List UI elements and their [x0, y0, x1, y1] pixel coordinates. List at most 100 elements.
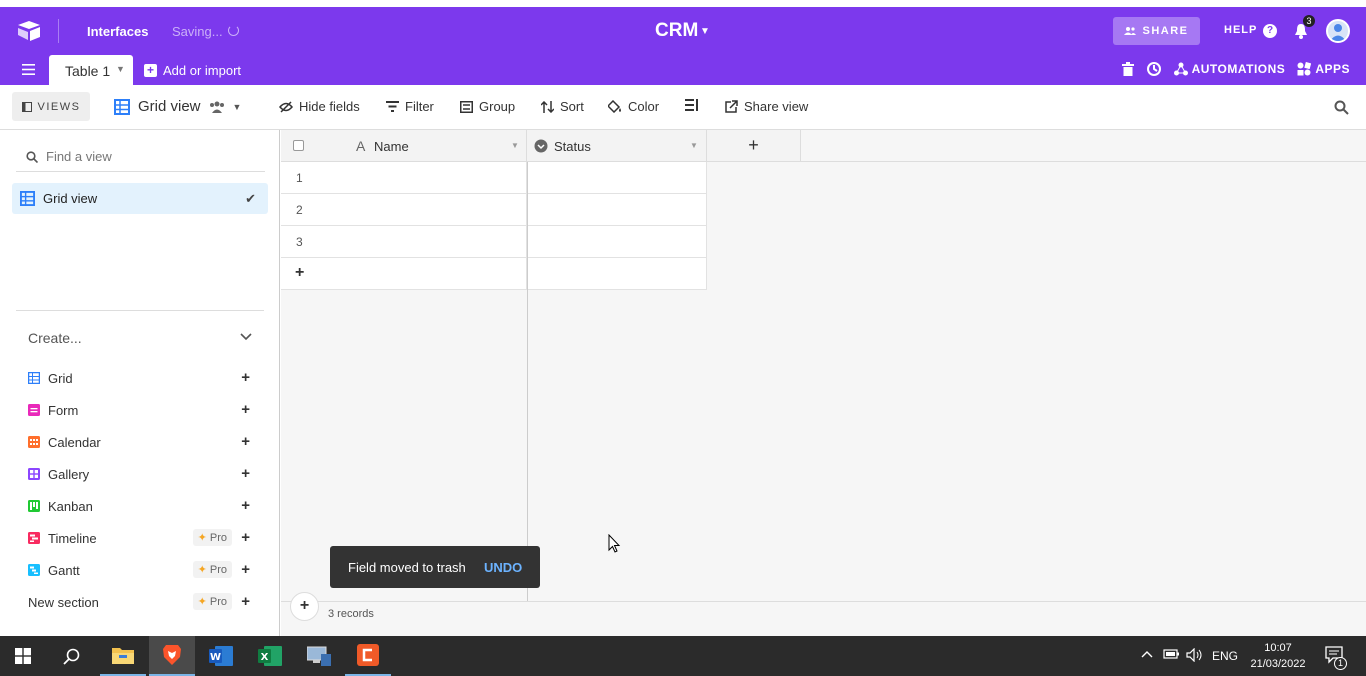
create-item-label: Timeline — [48, 530, 97, 546]
text-field-icon: A — [356, 138, 366, 154]
plus-icon[interactable]: + — [241, 465, 250, 482]
pro-label: Pro — [209, 531, 227, 544]
table-row[interactable]: 2 — [281, 194, 527, 226]
header-right-tools: AUTOMATIONS APPS — [1121, 61, 1350, 77]
create-grid[interactable]: Grid + — [28, 368, 256, 388]
help-icon[interactable]: ? — [1263, 24, 1277, 38]
color-button[interactable]: Color — [608, 99, 659, 114]
plus-icon[interactable]: + — [241, 529, 250, 546]
column-header-status[interactable]: Status ▼ — [527, 130, 707, 162]
filter-label: Filter — [405, 99, 434, 114]
filter-button[interactable]: Filter — [386, 99, 434, 114]
toast-message: Field moved to trash — [348, 559, 466, 575]
battery-icon[interactable] — [1162, 648, 1180, 663]
header-top-row: Interfaces Saving... CRM ▼ SHARE HELP ? … — [0, 7, 1366, 55]
tab-table-1[interactable]: Table 1 ▼ — [49, 55, 133, 85]
apps-button[interactable]: APPS — [1297, 62, 1350, 76]
add-row-cell[interactable] — [527, 258, 707, 290]
taskbar-excel[interactable]: X — [247, 636, 293, 676]
automations-icon — [1173, 62, 1188, 76]
plus-icon[interactable]: + — [241, 433, 250, 450]
sidebar-item-grid-view[interactable]: Grid view ✔ — [12, 183, 268, 214]
interfaces-link[interactable]: Interfaces — [87, 24, 148, 39]
status-cell[interactable] — [527, 162, 707, 194]
help-button[interactable]: HELP — [1224, 24, 1257, 36]
caret-down-icon[interactable]: ▼ — [700, 26, 710, 37]
hide-fields-button[interactable]: Hide fields — [279, 99, 360, 114]
menu-icon[interactable] — [22, 64, 35, 75]
notification-badge: 3 — [1303, 15, 1315, 27]
caret-down-icon[interactable]: ▼ — [690, 141, 698, 150]
caret-down-icon[interactable]: ▼ — [116, 64, 125, 74]
create-calendar[interactable]: Calendar + — [28, 432, 256, 452]
plus-icon[interactable]: + — [241, 593, 250, 610]
clock-time: 10:07 — [1264, 642, 1292, 654]
column-header-name[interactable]: A Name ▼ — [281, 130, 527, 162]
taskbar-search-button[interactable] — [48, 636, 94, 676]
add-field-button[interactable]: + — [707, 130, 801, 162]
grid-footer — [281, 601, 1366, 636]
sort-button[interactable]: Sort — [541, 99, 584, 114]
add-or-import-button[interactable]: + Add or import — [144, 63, 241, 78]
create-new-section[interactable]: New section ✦ Pro + — [28, 592, 256, 612]
taskbar-app-c[interactable] — [345, 636, 391, 676]
base-name[interactable]: CRM — [655, 20, 698, 42]
plus-icon[interactable]: + — [241, 369, 250, 386]
find-view-input[interactable]: Find a view — [16, 142, 265, 172]
history-icon[interactable] — [1146, 61, 1162, 77]
plus-icon[interactable]: + — [241, 497, 250, 514]
start-button[interactable] — [0, 636, 46, 676]
caret-down-icon[interactable]: ▼ — [233, 102, 242, 112]
create-gantt[interactable]: Gantt ✦ Pro + — [28, 560, 256, 580]
views-sidebar: Find a view Grid view ✔ Create... Grid +… — [0, 130, 280, 636]
chevron-down-icon[interactable] — [240, 330, 252, 342]
sidebar-icon — [21, 101, 32, 112]
status-cell[interactable] — [527, 194, 707, 226]
taskbar-brave-browser[interactable] — [149, 636, 195, 676]
taskbar-file-explorer[interactable] — [100, 636, 146, 676]
share-button[interactable]: SHARE — [1113, 17, 1200, 45]
table-row[interactable]: 1 — [281, 162, 527, 194]
sidebar-item-label: Grid view — [43, 191, 98, 206]
header-separator — [58, 19, 59, 43]
create-kanban[interactable]: Kanban + — [28, 496, 256, 516]
create-timeline[interactable]: Timeline ✦ Pro + — [28, 528, 256, 548]
status-cell[interactable] — [527, 226, 707, 258]
create-form[interactable]: Form + — [28, 400, 256, 420]
chevron-up-icon[interactable] — [1141, 648, 1153, 662]
language-indicator[interactable]: ENG — [1212, 649, 1238, 663]
views-label: VIEWS — [37, 100, 81, 113]
share-view-button[interactable]: Share view — [725, 99, 808, 114]
plus-icon[interactable]: + — [241, 561, 250, 578]
sort-icon — [541, 100, 554, 113]
create-gallery[interactable]: Gallery + — [28, 464, 256, 484]
automations-button[interactable]: AUTOMATIONS — [1173, 62, 1286, 76]
apps-icon — [1297, 62, 1312, 76]
create-item-label: Gantt — [48, 562, 80, 578]
row-height-button[interactable] — [685, 99, 698, 111]
table-row[interactable]: 3 — [281, 226, 527, 258]
avatar[interactable] — [1326, 19, 1350, 43]
caret-down-icon[interactable]: ▼ — [511, 141, 519, 150]
create-item-label: Grid — [48, 370, 73, 386]
taskbar-remote-desktop[interactable] — [296, 636, 342, 676]
create-section-title[interactable]: Create... — [28, 330, 82, 346]
search-icon[interactable] — [1334, 100, 1349, 115]
airtable-logo-icon[interactable] — [16, 20, 42, 42]
taskbar-word[interactable]: W — [198, 636, 244, 676]
system-clock[interactable]: 10:07 21/03/2022 — [1248, 640, 1308, 672]
undo-button[interactable]: UNDO — [484, 560, 522, 575]
current-view-selector[interactable]: Grid view ▼ — [114, 98, 241, 115]
add-record-button[interactable]: + — [290, 592, 319, 621]
plus-icon[interactable]: + — [241, 401, 250, 418]
form-icon — [28, 404, 40, 416]
views-toggle-button[interactable]: VIEWS — [12, 92, 90, 121]
tab-label: Table 1 — [65, 63, 111, 79]
add-row-button[interactable]: + — [281, 258, 527, 290]
volume-icon[interactable] — [1186, 647, 1204, 665]
group-button[interactable]: Group — [460, 99, 515, 114]
clock-date: 21/03/2022 — [1250, 658, 1306, 670]
trash-icon[interactable] — [1121, 62, 1134, 76]
current-view-name: Grid view — [138, 98, 201, 115]
select-all-checkbox[interactable] — [293, 140, 304, 151]
